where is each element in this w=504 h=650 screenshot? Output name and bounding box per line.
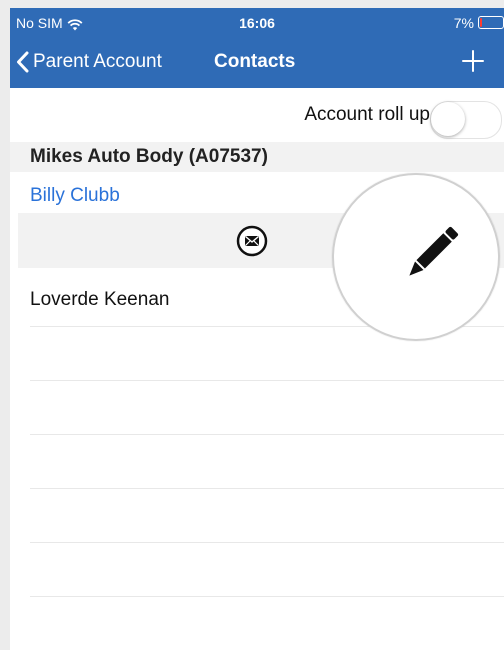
row-divider (30, 380, 504, 381)
row-divider (30, 488, 504, 489)
top-bar: No SIM 16:06 7% Parent Account Contacts (10, 8, 504, 88)
back-button[interactable]: Parent Account (16, 49, 162, 75)
chevron-left-icon (17, 51, 29, 73)
battery: 7% (454, 15, 504, 31)
status-bar: No SIM 16:06 7% (10, 8, 504, 38)
page-title: Contacts (214, 51, 296, 72)
row-divider (30, 434, 504, 435)
edit-button[interactable] (332, 173, 500, 341)
battery-icon (478, 16, 504, 29)
status-time: 16:06 (239, 15, 275, 31)
plus-icon[interactable] (456, 44, 490, 78)
section-title: Mikes Auto Body (A07537) (30, 146, 268, 167)
contact-item-loverde-keenan[interactable]: Loverde Keenan (30, 289, 169, 311)
back-label: Parent Account (33, 51, 162, 72)
nav-bar: Parent Account Contacts (10, 38, 504, 88)
row-divider (30, 542, 504, 543)
row-divider (30, 596, 504, 597)
toggle-knob (431, 102, 465, 136)
section-header: Mikes Auto Body (A07537) (10, 142, 504, 172)
app-frame: No SIM 16:06 7% Parent Account Contacts … (10, 8, 504, 650)
battery-percent: 7% (453, 15, 474, 31)
pencil-icon (409, 226, 459, 276)
contact-item-billy-clubb[interactable]: Billy Clubb (30, 185, 120, 207)
account-rollup-row: Account roll up (10, 88, 504, 142)
account-rollup-label: Account roll up (304, 104, 430, 125)
account-rollup-toggle[interactable] (430, 101, 502, 139)
envelope-icon[interactable] (236, 225, 268, 257)
